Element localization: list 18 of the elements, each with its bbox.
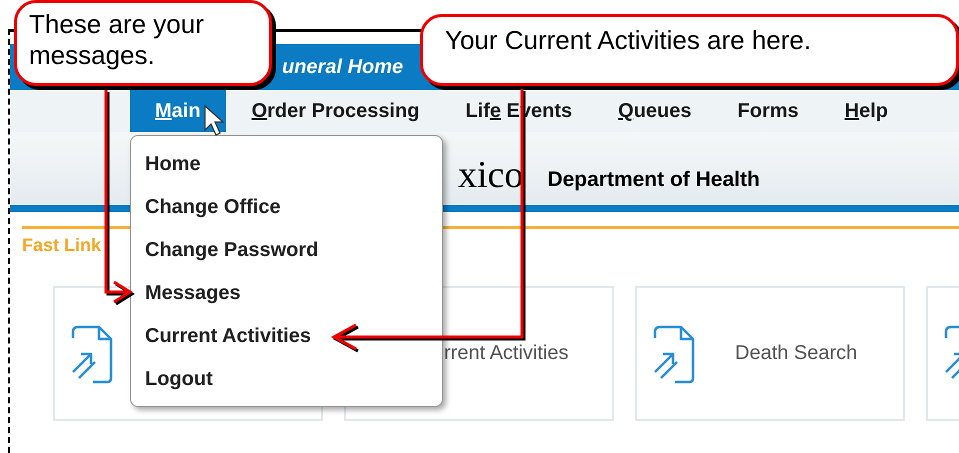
menu-tab[interactable]: Help — [824, 90, 908, 132]
department-name: Department of Health — [547, 167, 760, 193]
menu-item[interactable]: Change Password — [145, 230, 318, 273]
menu-tab[interactable]: Order Processing — [232, 90, 440, 132]
menu-tab[interactable]: Main — [130, 90, 226, 132]
tile-label[interactable]: rrent Activities — [444, 342, 568, 365]
link-tile[interactable]: Death Search — [635, 286, 905, 421]
app-title: uneral Home — [282, 56, 404, 78]
menu-item[interactable]: Change Office — [145, 187, 281, 230]
menu-item[interactable]: Home — [145, 144, 201, 187]
tile-label[interactable]: Death Search — [735, 342, 858, 365]
menu-item[interactable]: Logout — [145, 359, 213, 402]
menu-item[interactable]: Messages — [145, 273, 241, 316]
section-title: Fast Link — [22, 235, 102, 255]
menu-tab[interactable]: Queues — [598, 90, 712, 132]
state-name: xico — [458, 155, 524, 195]
menu-item[interactable]: Current Activities — [145, 316, 311, 359]
menu-tab[interactable]: Forms — [718, 90, 819, 132]
